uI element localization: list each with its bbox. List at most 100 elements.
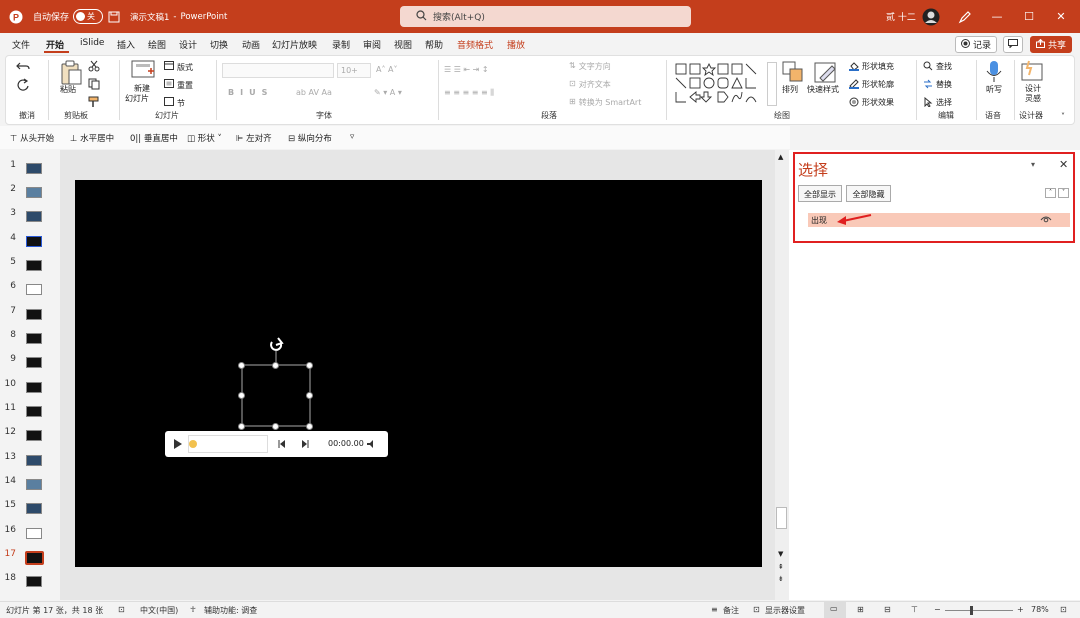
tab-review[interactable]: 审阅 <box>363 38 381 51</box>
comments-button[interactable] <box>1003 36 1023 53</box>
spellcheck-icon[interactable]: ⊡ <box>118 605 125 614</box>
qat-center-horizontal[interactable]: ⊥ 水平居中 <box>70 132 114 144</box>
smartart-button[interactable]: ⊞ 转换为 SmartArt <box>569 97 641 108</box>
slide-thumbnail-current[interactable] <box>25 551 44 565</box>
redo-icon[interactable] <box>16 78 30 95</box>
send-backward-icon[interactable]: ˅ <box>1058 188 1069 198</box>
arrange-icon[interactable] <box>782 61 804 86</box>
prev-slide-icon[interactable]: ⇞ <box>778 563 784 571</box>
tab-draw[interactable]: 绘图 <box>148 38 166 51</box>
play-icon[interactable] <box>173 438 183 453</box>
qat-center-vertical[interactable]: 0|| 垂直居中 <box>130 132 178 144</box>
slideshow-view-icon[interactable]: ⊤ <box>911 605 918 614</box>
slide-thumbnail[interactable] <box>26 382 42 393</box>
slide-thumbnail[interactable] <box>26 455 42 466</box>
resize-handle[interactable] <box>238 392 245 399</box>
tab-file[interactable]: 文件 <box>12 38 30 51</box>
tab-help[interactable]: 帮助 <box>425 38 443 51</box>
notes-button[interactable]: 备注 <box>723 605 739 616</box>
align-text-button[interactable]: ⊡ 对齐文本 <box>569 79 611 90</box>
progress-track[interactable] <box>188 435 268 453</box>
show-all-button[interactable]: 全部显示 <box>798 185 842 202</box>
slide-thumbnail[interactable] <box>26 163 42 174</box>
font-family-select[interactable] <box>222 63 334 78</box>
tab-home[interactable]: 开始 <box>46 38 64 51</box>
tab-animations[interactable]: 动画 <box>242 38 260 51</box>
char-spacing-icon[interactable]: ab AV Aa <box>296 88 332 97</box>
next-slide-icon[interactable]: ⇟ <box>778 575 784 583</box>
scroll-up-icon[interactable]: ▲ <box>778 153 783 161</box>
accessibility-status[interactable]: 辅助功能: 调查 <box>204 605 257 616</box>
slide-thumbnail[interactable] <box>26 211 42 222</box>
slide-thumbnail[interactable] <box>26 236 42 247</box>
slide-thumbnail[interactable] <box>26 187 42 198</box>
slide-thumbnail[interactable] <box>26 333 42 344</box>
slide-canvas[interactable]: 00:00.00 <box>75 180 762 567</box>
slide-thumbnail[interactable] <box>26 357 42 368</box>
share-button[interactable]: 共享 <box>1030 36 1072 53</box>
tab-transitions[interactable]: 切换 <box>210 38 228 51</box>
align-icons[interactable]: ≡ ≡ ≡ ≡ ≡ ⫼ <box>444 88 494 98</box>
slide-thumbnail[interactable] <box>26 309 42 320</box>
normal-view-button[interactable]: ▭ <box>824 602 846 618</box>
bring-forward-icon[interactable]: ˄ <box>1045 188 1056 198</box>
tab-view[interactable]: 视图 <box>394 38 412 51</box>
quick-styles-icon[interactable] <box>814 60 838 87</box>
notes-icon[interactable]: ≡ <box>711 605 718 614</box>
dictate-label[interactable]: 听写 <box>986 84 1002 95</box>
qat-from-start[interactable]: ⊤ 从头开始 <box>10 132 54 144</box>
shapes-gallery[interactable] <box>674 62 766 109</box>
slide-thumbnail[interactable] <box>26 284 42 295</box>
slide-thumbnail[interactable] <box>26 528 42 539</box>
collapse-ribbon-icon[interactable]: ˅ <box>1061 112 1065 121</box>
slide-thumbnail[interactable] <box>26 430 42 441</box>
zoom-out-icon[interactable]: − <box>934 605 941 614</box>
pen-icon[interactable] <box>958 0 972 33</box>
font-color-icons[interactable]: ✎ ▾ A ▾ <box>374 88 402 97</box>
tab-insert[interactable]: 插入 <box>117 38 135 51</box>
slide-thumbnail[interactable] <box>26 503 42 514</box>
resize-handle[interactable] <box>306 423 313 430</box>
skip-forward-icon[interactable] <box>300 439 310 452</box>
resize-handle[interactable] <box>306 392 313 399</box>
tab-record[interactable]: 录制 <box>332 38 350 51</box>
zoom-in-icon[interactable]: + <box>1017 605 1024 614</box>
font-format-icons[interactable]: BIUS <box>228 88 273 97</box>
scroll-down-icon[interactable]: ▼ <box>778 550 783 558</box>
resize-handle[interactable] <box>306 362 313 369</box>
save-icon[interactable] <box>108 0 120 33</box>
tab-islide[interactable]: iSlide <box>80 38 104 48</box>
resize-handle[interactable] <box>238 423 245 430</box>
progress-knob-icon[interactable] <box>188 439 198 452</box>
scroll-thumb[interactable] <box>776 507 787 529</box>
volume-icon[interactable] <box>366 439 376 452</box>
qat-customize-icon[interactable]: ▿ <box>350 132 354 142</box>
tab-design[interactable]: 设计 <box>179 38 197 51</box>
designer-label-2[interactable]: 灵感 <box>1025 93 1041 104</box>
select-button[interactable]: 选择 <box>923 96 952 110</box>
slide-thumbnail[interactable] <box>26 260 42 271</box>
slide-sorter-icon[interactable]: ⊞ <box>857 605 864 614</box>
shape-outline-button[interactable]: 形状轮廓 <box>849 79 894 92</box>
zoom-level[interactable]: 78% <box>1031 605 1049 614</box>
record-button[interactable]: 记录 <box>955 36 997 53</box>
qat-align-left[interactable]: ⊫ 左对齐 <box>236 132 272 144</box>
slide-thumbnail[interactable] <box>26 479 42 490</box>
selected-shape[interactable] <box>75 180 762 567</box>
resize-handle[interactable] <box>238 362 245 369</box>
undo-icon[interactable] <box>16 60 30 75</box>
cut-icon[interactable] <box>88 60 100 75</box>
layout-button[interactable]: 版式 <box>164 61 193 73</box>
display-settings-button[interactable]: 显示器设置 <box>765 605 805 616</box>
display-settings-icon[interactable]: ⊡ <box>753 605 760 614</box>
maximize-button[interactable]: ☐ <box>1012 0 1046 33</box>
user-name[interactable]: 贰 十二 <box>886 0 916 33</box>
close-button[interactable]: ✕ <box>1044 0 1078 33</box>
visibility-eye-icon[interactable] <box>1040 214 1052 227</box>
hide-all-button[interactable]: 全部隐藏 <box>846 185 891 202</box>
tab-playback[interactable]: 播放 <box>507 38 525 51</box>
format-painter-icon[interactable] <box>88 96 100 111</box>
zoom-slider-thumb[interactable] <box>970 606 973 615</box>
new-slide-icon[interactable] <box>131 60 155 83</box>
resize-handle[interactable] <box>272 423 279 430</box>
